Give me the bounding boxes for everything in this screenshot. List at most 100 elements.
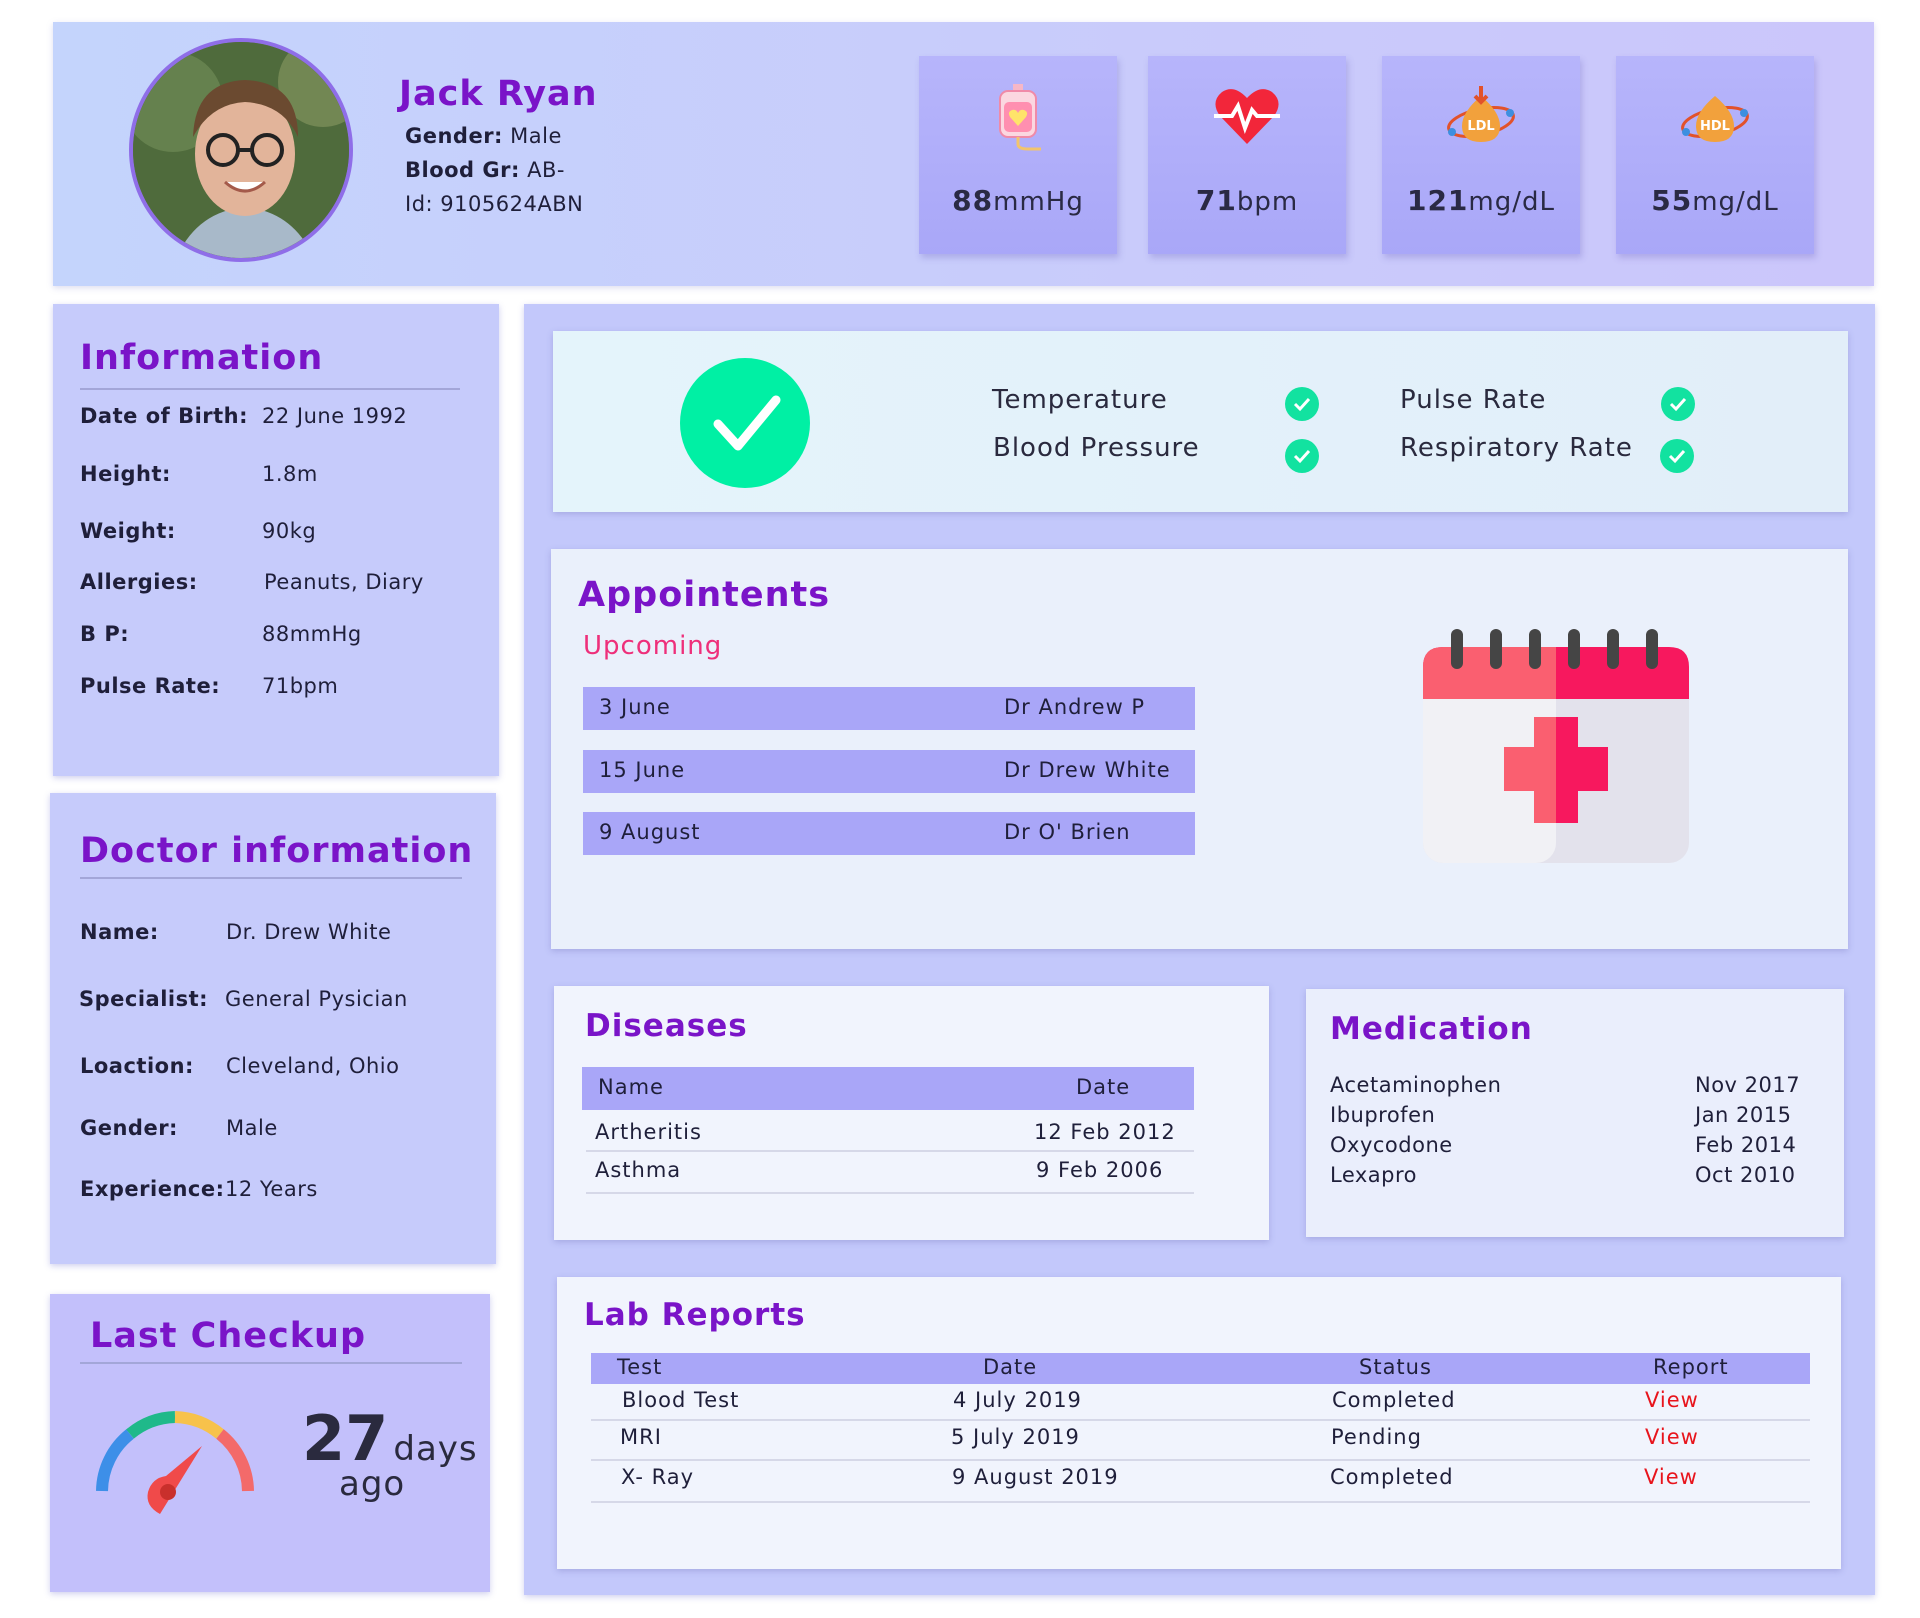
hdl-icon-text: HDL (1700, 119, 1730, 134)
lab-status: Pending (1331, 1425, 1422, 1449)
blood-bag-icon (999, 84, 1041, 151)
patient-id-value: 9105624ABN (440, 192, 584, 216)
vital-value: 88mmHg (919, 184, 1117, 217)
lab-date: 4 July 2019 (953, 1388, 1082, 1412)
doctor-information-title: Doctor information (80, 831, 474, 871)
appointment-date: 3 June (599, 695, 671, 719)
diseases-table-header: Name Date (582, 1067, 1194, 1110)
divider (80, 1362, 462, 1364)
patient-name: Jack Ryan (399, 74, 598, 114)
info-label: Date of Birth: (80, 404, 249, 428)
disease-name: Asthma (595, 1158, 682, 1182)
vital-checks-card: Temperature Blood Pressure Pulse Rate Re… (553, 331, 1848, 512)
divider (80, 877, 462, 879)
lab-reports-table-header: Test Date Status Report (591, 1353, 1810, 1384)
doctor-value: General Pysician (225, 987, 408, 1011)
doctor-label: Gender: (80, 1116, 178, 1140)
diseases-title: Diseases (585, 1008, 748, 1044)
vital-number: 121 (1406, 184, 1469, 217)
medication-date: Oct 2010 (1695, 1163, 1796, 1187)
disease-date: 12 Feb 2012 (1034, 1120, 1176, 1144)
information-card: Information Date of Birth: 22 June 1992 … (53, 304, 499, 776)
medication-name: Ibuprofen (1330, 1103, 1436, 1127)
patient-header: Jack Ryan Gender: Male Blood Gr: AB- Id:… (53, 22, 1874, 286)
info-value: Peanuts, Diary (264, 570, 424, 594)
vital-card-heart-rate[interactable]: 71bpm (1148, 56, 1346, 254)
checkup-days-unit: days (393, 1429, 478, 1469)
appointment-row[interactable]: 3 June Dr Andrew P (583, 687, 1195, 730)
info-label: B P: (80, 622, 130, 646)
vital-unit: mg/dL (1468, 187, 1556, 217)
column-header: Test (617, 1355, 663, 1379)
ldl-icon-text: LDL (1467, 119, 1494, 134)
lab-status: Completed (1332, 1388, 1456, 1412)
patient-avatar (129, 38, 353, 262)
vital-unit: bpm (1236, 187, 1299, 217)
lab-reports-card: Lab Reports Test Date Status Report Bloo… (557, 1277, 1841, 1569)
lab-test: MRI (620, 1425, 662, 1449)
vital-value: 121mg/dL (1382, 184, 1580, 217)
medication-date: Nov 2017 (1695, 1073, 1801, 1097)
view-report-link[interactable]: View (1644, 1465, 1698, 1489)
doctor-information-card: Doctor information Name: Dr. Drew White … (50, 793, 496, 1264)
appointments-card: Appointents Upcoming 3 June Dr Andrew P … (551, 549, 1848, 949)
diseases-card: Diseases Name Date Artheritis 12 Feb 201… (554, 986, 1269, 1240)
medication-name: Oxycodone (1330, 1133, 1453, 1157)
table-row[interactable]: Artheritis 12 Feb 2012 (586, 1112, 1194, 1152)
lab-status: Completed (1330, 1465, 1454, 1489)
info-value: 1.8m (262, 462, 318, 486)
patient-blood-group: Blood Gr: AB- (405, 158, 565, 182)
vital-unit: mmHg (993, 187, 1084, 217)
vital-unit: mg/dL (1692, 187, 1779, 217)
column-header: Name (598, 1075, 664, 1099)
vital-card-blood-pressure[interactable]: 88mmHg (919, 56, 1117, 254)
medication-title: Medication (1330, 1011, 1533, 1047)
column-header: Date (983, 1355, 1038, 1379)
doctor-label: Specialist: (79, 987, 209, 1011)
medication-name: Lexapro (1330, 1163, 1418, 1187)
patient-gender: Gender: Male (405, 124, 562, 148)
info-value: 88mmHg (262, 622, 362, 646)
lab-reports-title: Lab Reports (584, 1297, 806, 1333)
medical-calendar-icon (1423, 629, 1689, 863)
patient-id: Id: 9105624ABN (405, 192, 583, 216)
doctor-value: Cleveland, Ohio (226, 1054, 400, 1078)
table-row[interactable]: Asthma 9 Feb 2006 (586, 1154, 1194, 1194)
table-row: Blood Test 4 July 2019 Completed View (591, 1385, 1810, 1421)
column-header: Date (1076, 1075, 1131, 1099)
last-checkup-title: Last Checkup (90, 1316, 367, 1356)
doctor-value: Dr. Drew White (226, 920, 392, 944)
info-label: Weight: (80, 519, 176, 543)
lab-date: 5 July 2019 (951, 1425, 1080, 1449)
avatar-photo (133, 42, 349, 258)
check-icon (1660, 439, 1694, 473)
medication-date: Feb 2014 (1695, 1133, 1797, 1157)
vital-number: 71 (1195, 184, 1237, 217)
disease-date: 9 Feb 2006 (1036, 1158, 1164, 1182)
information-title: Information (80, 338, 324, 378)
doctor-label: Loaction: (80, 1054, 194, 1078)
appointments-subtitle: Upcoming (583, 631, 723, 661)
doctor-label: Experience: (80, 1177, 225, 1201)
vital-number: 55 (1651, 184, 1693, 217)
appointment-row[interactable]: 15 June Dr Drew White (583, 750, 1195, 793)
medication-card: Medication Acetaminophen Nov 2017 Ibupro… (1306, 989, 1844, 1237)
view-report-link[interactable]: View (1645, 1388, 1699, 1412)
check-label-blood-pressure: Blood Pressure (993, 433, 1200, 463)
lab-test: X- Ray (621, 1465, 695, 1489)
lab-date: 9 August 2019 (952, 1465, 1119, 1489)
heart-pulse-icon (1214, 89, 1280, 144)
lab-test: Blood Test (622, 1388, 740, 1412)
vital-card-hdl[interactable]: HDL 55mg/dL (1616, 56, 1814, 254)
info-value: 71bpm (262, 674, 339, 698)
status-check-icon (680, 358, 810, 488)
medication-date: Jan 2015 (1695, 1103, 1792, 1127)
check-icon (1661, 387, 1695, 421)
check-icon (1285, 439, 1319, 473)
view-report-link[interactable]: View (1645, 1425, 1699, 1449)
vital-card-ldl[interactable]: LDL 121mg/dL (1382, 56, 1580, 254)
blood-group-value: AB- (527, 158, 565, 182)
appointment-row[interactable]: 9 August Dr O' Brien (583, 812, 1195, 855)
check-label-temperature: Temperature (992, 385, 1168, 415)
appointment-date: 9 August (599, 820, 701, 844)
